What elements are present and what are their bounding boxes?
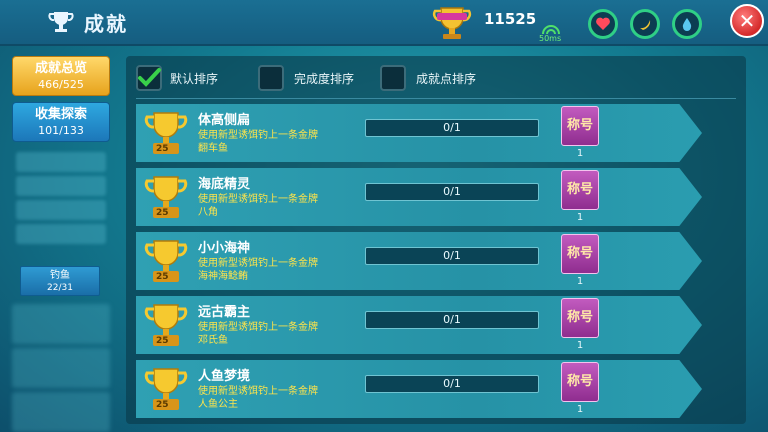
health-status-button[interactable] [588,9,618,39]
sort-points-label: 成就点排序 [416,72,477,86]
progress-bar: 0/1 [365,247,539,265]
achievement-points: 11525 [484,10,537,28]
sidebar-subitem[interactable] [16,152,106,172]
water-drop-icon [682,18,692,31]
sidebar-item[interactable] [12,304,110,344]
sidebar-item[interactable] [12,392,110,432]
progress-text: 0/1 [443,121,461,134]
achievement-description: 使用新型诱饵钓上一条金牌 人鱼公主 [198,385,368,411]
trophy-points: 25 [156,272,169,282]
achievement-description-line: 人鱼公主 [198,399,238,410]
trophy-points: 25 [156,208,169,218]
checkmark-icon [138,68,161,87]
sidebar-item-explore[interactable]: 收集探索 101/133 [12,102,110,142]
achievement-description: 使用新型诱饵钓上一条金牌 翻车鱼 [198,129,368,155]
achievement-description-line: 八角 [198,207,218,218]
achievement-name: 人鱼梦境 [198,369,251,384]
page-title: 成就 [84,12,128,36]
close-icon: ✕ [738,9,756,33]
achievement-panel: 默认排序 完成度排序 成就点排序 25 体高侧扁 使用新型诱饵钓上一条金牌 翻车… [126,56,746,424]
achievement-description-line: 使用新型诱饵钓上一条金牌 [198,130,318,141]
achievement-name: 小小海神 [198,241,251,256]
achievement-row[interactable]: 25 人鱼梦境 使用新型诱饵钓上一条金牌 人鱼公主 0/1 称号 1 [136,360,702,418]
progress-bar: 0/1 [365,119,539,137]
progress-text: 0/1 [443,249,461,262]
reward-count: 1 [576,276,584,287]
sidebar-subitem[interactable] [16,200,106,220]
achievement-description-line: 海神海鲶鲔 [198,271,248,282]
achievement-description-line: 邓氏鱼 [198,335,228,346]
title-reward-icon[interactable]: 称号 [561,170,599,210]
progress-text: 0/1 [443,377,461,390]
sidebar-item-count: 466/525 [38,78,84,91]
progress-bar: 0/1 [365,311,539,329]
achievement-description: 使用新型诱饵钓上一条金牌 邓氏鱼 [198,321,368,347]
sidebar-subitem-count: 22/31 [47,283,73,293]
heart-icon [596,17,610,30]
sidebar-subitem-fishing[interactable]: 钓鱼 22/31 [20,266,100,296]
sort-default-checkbox[interactable] [136,65,162,91]
reward-count: 1 [576,148,584,159]
achievement-description-line: 使用新型诱饵钓上一条金牌 [198,322,318,333]
achievement-name: 海底精灵 [198,177,251,192]
divider [136,98,736,99]
hunger-status-button[interactable] [630,9,660,39]
trophy-points: 25 [156,144,169,154]
reward-count: 1 [576,212,584,223]
sort-completion-label: 完成度排序 [294,72,355,86]
achievement-name: 体高侧扁 [198,113,251,128]
sidebar-item-label: 收集探索 [34,107,87,122]
progress-bar: 0/1 [365,375,539,393]
achievement-name: 远古霸主 [198,305,251,320]
sidebar-item-count: 101/133 [38,124,84,137]
achievement-description-line: 使用新型诱饵钓上一条金牌 [198,194,318,205]
achievement-row[interactable]: 25 远古霸主 使用新型诱饵钓上一条金牌 邓氏鱼 0/1 称号 1 [136,296,702,354]
close-button[interactable]: ✕ [730,4,764,38]
achievement-description-line: 使用新型诱饵钓上一条金牌 [198,258,318,269]
trophy-points: 25 [156,400,169,410]
sidebar: 成就总览 466/525 收集探索 101/133 钓鱼 22/31 [0,48,120,432]
achievement-row[interactable]: 25 小小海神 使用新型诱饵钓上一条金牌 海神海鲶鲔 0/1 称号 1 [136,232,702,290]
progress-text: 0/1 [443,185,461,198]
reward-count: 1 [576,340,584,351]
sidebar-subitem[interactable] [16,176,106,196]
sidebar-item[interactable] [12,348,110,388]
sidebar-item-label: 成就总览 [34,61,87,76]
achievement-row[interactable]: 25 海底精灵 使用新型诱饵钓上一条金牌 八角 0/1 称号 1 [136,168,702,226]
achievement-description: 使用新型诱饵钓上一条金牌 八角 [198,193,368,219]
achievement-description: 使用新型诱饵钓上一条金牌 海神海鲶鲔 [198,257,368,283]
reward-count: 1 [576,404,584,415]
progress-text: 0/1 [443,313,461,326]
trophy-icon [48,12,74,32]
title-reward-icon[interactable]: 称号 [561,234,599,274]
water-status-button[interactable] [672,9,702,39]
sort-completion-checkbox[interactable] [258,65,284,91]
top-bar: 成就 11525 50ms ✕ [0,0,768,46]
ping-label: 50ms [539,34,562,43]
sort-default-label: 默认排序 [170,72,219,86]
achievement-row[interactable]: 25 体高侧扁 使用新型诱饵钓上一条金牌 翻车鱼 0/1 称号 1 [136,104,702,162]
sidebar-subitem-label: 钓鱼 [50,270,70,281]
sort-points-checkbox[interactable] [380,65,406,91]
achievement-description-line: 使用新型诱饵钓上一条金牌 [198,386,318,397]
title-reward-icon[interactable]: 称号 [561,362,599,402]
banana-icon [640,20,651,30]
sidebar-item-overview[interactable]: 成就总览 466/525 [12,56,110,96]
trophy-points: 25 [156,336,169,346]
trophy-cup-icon [432,7,472,39]
title-reward-icon[interactable]: 称号 [561,106,599,146]
progress-bar: 0/1 [365,183,539,201]
sidebar-subitem[interactable] [16,224,106,244]
achievement-description-line: 翻车鱼 [198,143,228,154]
title-reward-icon[interactable]: 称号 [561,298,599,338]
